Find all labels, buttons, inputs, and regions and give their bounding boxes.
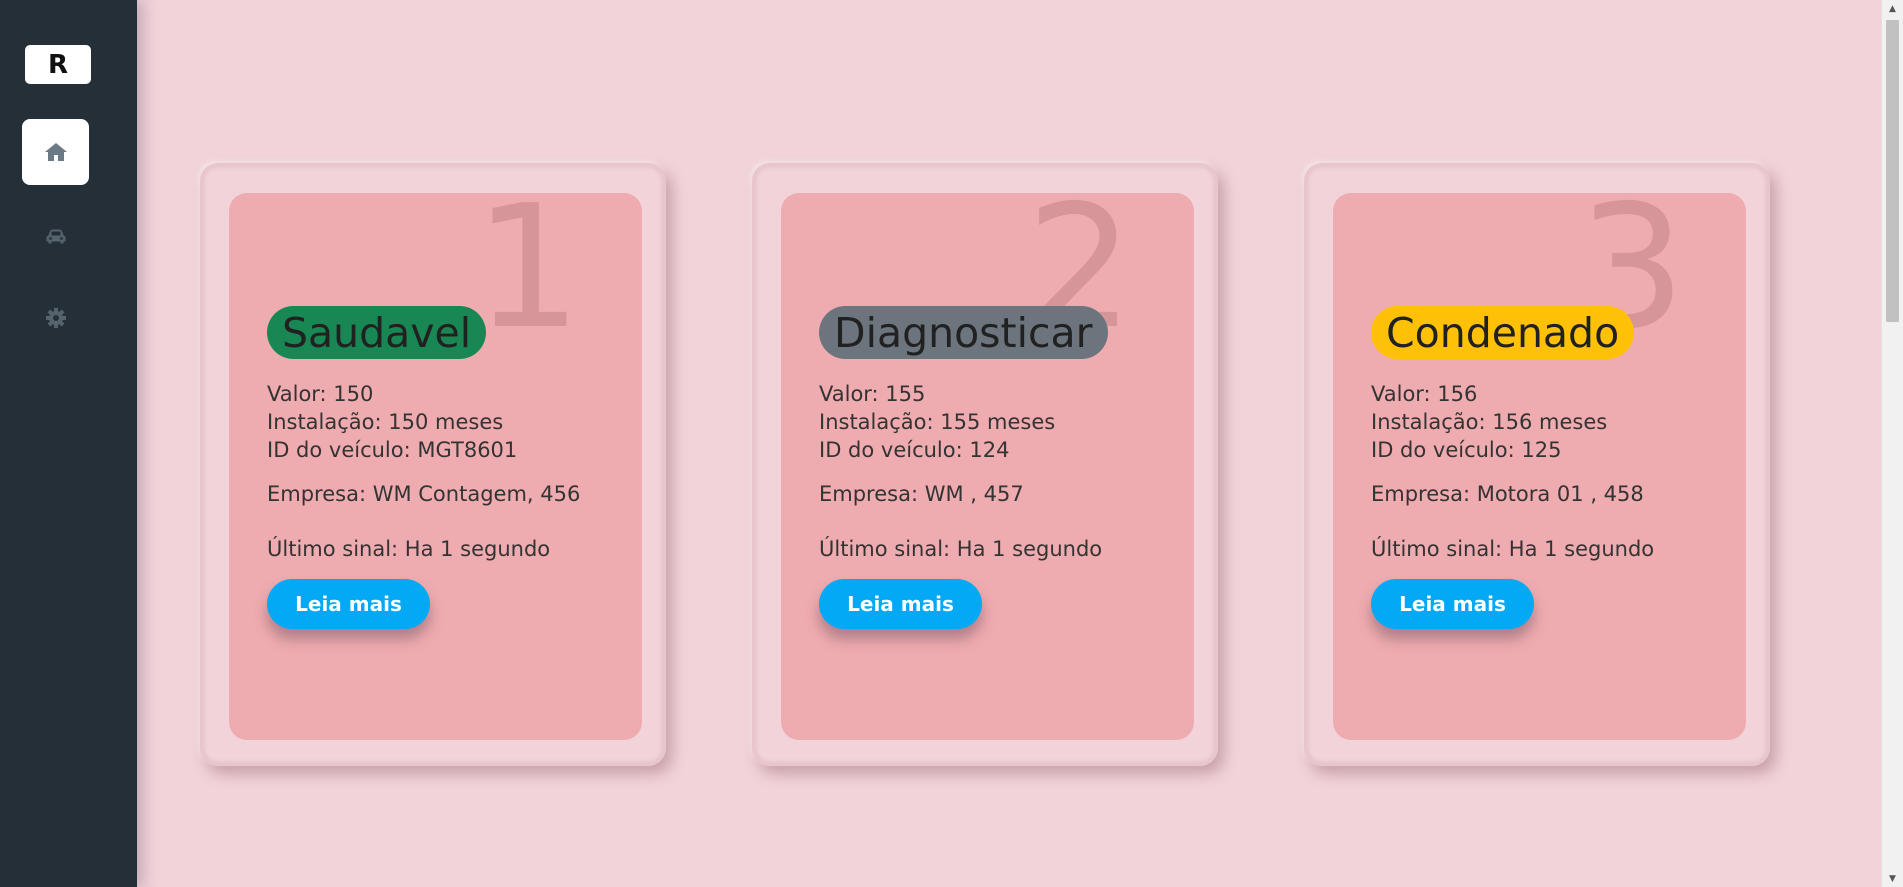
read-more-button[interactable]: Leia mais [267, 579, 430, 629]
vehicle-card: 1 Saudavel Valor: 150 Instalação: 150 me… [229, 193, 642, 740]
nav-home[interactable] [22, 119, 89, 185]
nav-vehicles[interactable] [22, 203, 89, 269]
card-last-signal: Último sinal: Ha 1 segundo [819, 537, 1103, 561]
vehicle-card: 3 Condenado Valor: 156 Instalação: 156 m… [1333, 193, 1746, 740]
card-last-signal: Último sinal: Ha 1 segundo [1371, 537, 1655, 561]
card-company: Empresa: Motora 01 , 458 [1371, 482, 1644, 506]
card-vehicle-id: ID do veículo: 124 [819, 438, 1010, 462]
car-icon [46, 229, 65, 244]
logo-letter: R [47, 49, 69, 80]
vehicle-card: 2 Diagnosticar Valor: 155 Instalação: 15… [781, 193, 1194, 740]
card-details: Valor: 156 Instalação: 156 meses ID do v… [1371, 380, 1654, 563]
card-details: Valor: 150 Instalação: 150 meses ID do v… [267, 380, 580, 563]
card-vehicle-id: ID do veículo: MGT8601 [267, 438, 518, 462]
home-icon [44, 143, 67, 161]
card-company: Empresa: WM , 457 [819, 482, 1024, 506]
vertical-scrollbar[interactable]: ▲ ▼ [1881, 0, 1903, 887]
scrollbar-thumb[interactable] [1886, 20, 1899, 322]
card-outer-frame: 2 Diagnosticar Valor: 155 Instalação: 15… [752, 163, 1218, 766]
scroll-up-arrow-icon[interactable]: ▲ [1882, 0, 1903, 17]
card-number: 1 [473, 193, 582, 367]
sidebar: R [0, 0, 137, 887]
card-last-signal: Último sinal: Ha 1 segundo [267, 537, 551, 561]
scroll-down-arrow-icon[interactable]: ▼ [1882, 870, 1903, 887]
read-more-button[interactable]: Leia mais [819, 579, 982, 629]
read-more-button[interactable]: Leia mais [1371, 579, 1534, 629]
status-badge: Condenado [1371, 306, 1635, 359]
card-installation: Instalação: 156 meses [1371, 410, 1608, 434]
card-outer-frame: 1 Saudavel Valor: 150 Instalação: 150 me… [200, 163, 666, 766]
card-value: Valor: 150 [267, 382, 374, 406]
card-outer-frame: 3 Condenado Valor: 156 Instalação: 156 m… [1304, 163, 1770, 766]
status-badge: Diagnosticar [819, 306, 1108, 359]
status-badge: Saudavel [267, 306, 487, 359]
card-value: Valor: 156 [1371, 382, 1478, 406]
card-installation: Instalação: 150 meses [267, 410, 504, 434]
card-installation: Instalação: 155 meses [819, 410, 1056, 434]
nav-settings[interactable] [22, 285, 89, 351]
card-details: Valor: 155 Instalação: 155 meses ID do v… [819, 380, 1102, 563]
logo[interactable]: R [25, 45, 91, 84]
card-value: Valor: 155 [819, 382, 926, 406]
gear-icon [45, 308, 66, 328]
card-company: Empresa: WM Contagem, 456 [267, 482, 581, 506]
card-vehicle-id: ID do veículo: 125 [1371, 438, 1562, 462]
